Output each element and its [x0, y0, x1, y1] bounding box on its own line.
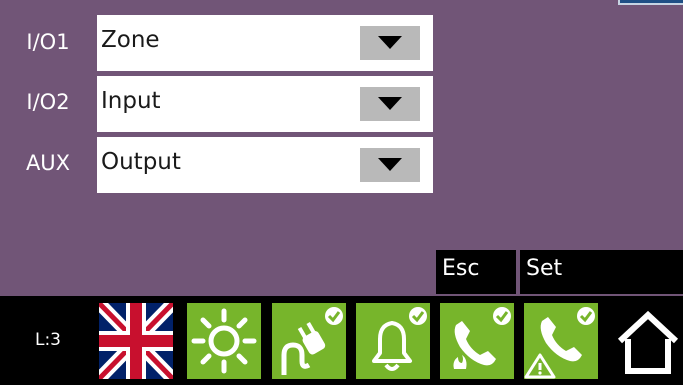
alarm-call-tile[interactable] [524, 303, 598, 379]
home-icon [617, 310, 679, 374]
bell-tile[interactable] [356, 303, 430, 379]
alarm-call-icon [524, 307, 595, 379]
uk-flag-icon[interactable] [94, 298, 178, 384]
chevron-down-icon [378, 36, 402, 49]
fire-call-tile[interactable] [440, 303, 514, 379]
io2-select[interactable]: Input [97, 76, 433, 132]
brightness-icon [191, 308, 257, 374]
io1-dropdown-button[interactable] [360, 26, 420, 60]
level-indicator: L:3 [34, 330, 61, 350]
io1-select[interactable]: Zone [97, 15, 433, 71]
home-button[interactable] [612, 303, 683, 379]
chevron-down-icon [378, 97, 402, 110]
io2-select-value: Input [101, 88, 161, 114]
brightness-tile[interactable] [187, 303, 261, 379]
io2-label: I/O2 [26, 90, 70, 114]
set-button[interactable]: Set [520, 250, 683, 294]
power-plug-icon [281, 307, 343, 375]
aux-dropdown-button[interactable] [360, 148, 420, 182]
aux-select-value: Output [101, 149, 181, 175]
power-tile[interactable] [272, 303, 346, 379]
io1-label: I/O1 [26, 30, 70, 54]
fire-call-icon [453, 307, 511, 369]
chevron-down-icon [378, 158, 402, 171]
aux-select[interactable]: Output [97, 137, 433, 193]
corner-badge [618, 0, 683, 5]
bell-icon [372, 307, 427, 371]
aux-label: AUX [25, 151, 71, 175]
esc-button[interactable]: Esc [436, 250, 516, 294]
status-bar: L:3 [0, 296, 683, 385]
io2-dropdown-button[interactable] [360, 87, 420, 121]
io1-select-value: Zone [101, 27, 160, 53]
